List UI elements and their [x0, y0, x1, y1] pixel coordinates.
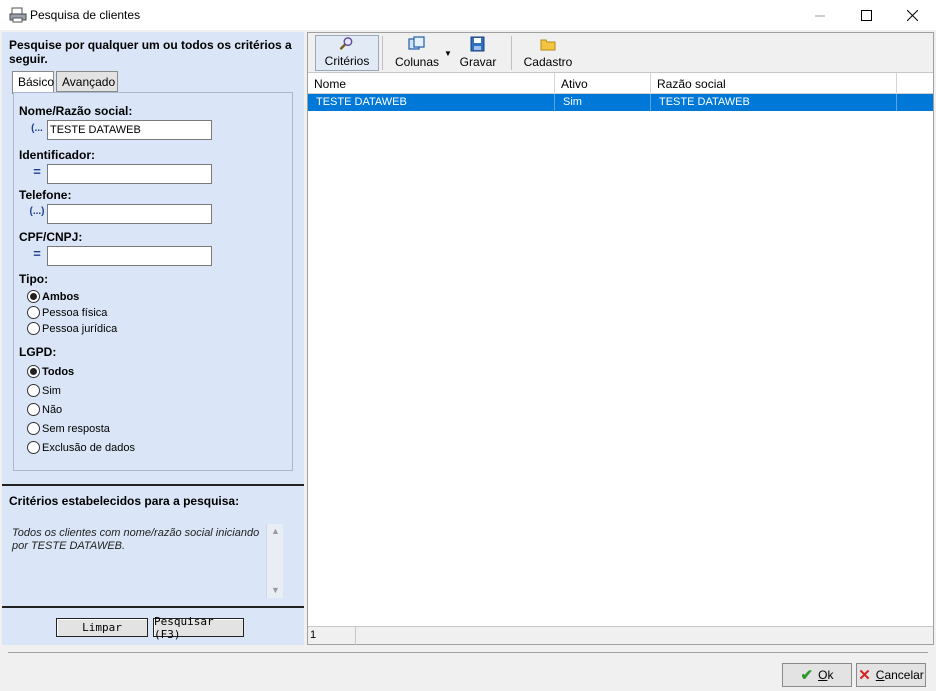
ok-button[interactable]: ✔ Ok — [782, 663, 852, 687]
column-header-ativo[interactable]: Ativo — [555, 73, 651, 94]
dropdown-arrow-icon[interactable]: ▼ — [444, 49, 452, 58]
status-bar: 1 — [308, 626, 933, 645]
equals-operator-icon[interactable]: = — [28, 246, 46, 261]
save-disk-icon — [470, 36, 485, 52]
radio-unchecked-icon — [27, 441, 40, 454]
x-cross-icon: ✕ — [858, 667, 871, 684]
field-label-identificador: Identificador: — [19, 148, 96, 162]
nome-razao-input[interactable]: TESTE DATAWEB — [47, 120, 212, 140]
maximize-button[interactable] — [843, 0, 889, 30]
divider — [8, 652, 928, 653]
telefone-input[interactable] — [47, 204, 212, 224]
basic-tab-panel: Nome/Razão social: (... TESTE DATAWEB Id… — [13, 92, 293, 471]
criteria-summary-text: Todos os clientes com nome/razão social … — [12, 527, 260, 552]
radio-lgpd-sem-resposta[interactable]: Sem resposta — [27, 422, 110, 435]
criteria-summary: Todos os clientes com nome/razão social … — [9, 523, 284, 599]
search-button[interactable]: Pesquisar (F3) — [153, 615, 244, 641]
radio-checked-icon — [27, 365, 40, 378]
record-count: 1 — [308, 627, 356, 645]
results-panel: Critérios Colunas ▼ Gravar Cadastro Nome… — [307, 32, 934, 645]
cell-nome: TESTE DATAWEB — [308, 94, 555, 111]
tab-basico[interactable]: Básico — [12, 71, 54, 94]
divider — [2, 606, 304, 608]
criteria-scrollbar[interactable]: ▲ ▼ — [266, 524, 283, 598]
radio-unchecked-icon — [27, 422, 40, 435]
radio-unchecked-icon — [27, 322, 40, 335]
radio-lgpd-nao[interactable]: Não — [27, 403, 62, 416]
window-title: Pesquisa de clientes — [30, 8, 141, 22]
columns-icon — [408, 36, 425, 50]
cpf-cnpj-input[interactable] — [47, 246, 212, 266]
cancel-button[interactable]: ✕ Cancelar — [856, 663, 926, 687]
radio-tipo-pessoa-fisica[interactable]: Pessoa física — [27, 306, 107, 319]
tipo-label: Tipo: — [19, 272, 49, 286]
radio-lgpd-todos[interactable]: Todos — [27, 365, 74, 378]
field-label-telefone: Telefone: — [19, 188, 72, 202]
checkmark-icon: ✔ — [800, 667, 814, 684]
cadastro-button[interactable]: Cadastro — [518, 35, 578, 71]
toolbar-separator — [511, 36, 512, 70]
magnifier-icon — [339, 37, 353, 50]
close-icon — [906, 9, 918, 21]
results-toolbar: Critérios Colunas ▼ Gravar Cadastro — [308, 33, 933, 73]
field-label-nome: Nome/Razão social: — [19, 104, 133, 118]
cell-razao-social: TESTE DATAWEB — [651, 94, 897, 111]
minimize-icon — [814, 15, 825, 16]
search-prompt: Pesquise por qualquer um ou todos os cri… — [9, 38, 292, 66]
minimize-button[interactable] — [797, 0, 843, 30]
search-criteria-panel: Pesquise por qualquer um ou todos os cri… — [2, 32, 304, 645]
radio-checked-icon — [27, 290, 40, 303]
search-clients-window: Pesquisa de clientes Pesquise por qualqu… — [0, 0, 936, 691]
criteria-title: Critérios estabelecidos para a pesquisa: — [9, 494, 240, 508]
starts-with-operator-icon[interactable]: (... — [28, 123, 46, 134]
column-header-nome[interactable]: Nome — [308, 73, 555, 94]
toolbar-separator — [382, 36, 383, 70]
radio-tipo-ambos[interactable]: Ambos — [27, 290, 79, 303]
radio-unchecked-icon — [27, 306, 40, 319]
folder-icon — [540, 39, 556, 51]
divider — [2, 484, 304, 486]
cell-ativo: Sim — [555, 94, 651, 111]
contains-operator-icon[interactable]: (...) — [28, 206, 46, 217]
lgpd-label: LGPD: — [19, 345, 57, 359]
colunas-button[interactable]: Colunas ▼ — [386, 35, 452, 71]
printer-icon — [9, 7, 27, 23]
radio-tipo-pessoa-juridica[interactable]: Pessoa jurídica — [27, 322, 117, 335]
scroll-down-icon[interactable]: ▼ — [271, 585, 280, 595]
column-header-razao-social[interactable]: Razão social — [651, 73, 897, 94]
clear-button[interactable]: Limpar — [56, 618, 148, 637]
maximize-icon — [860, 9, 872, 21]
grid-header: Nome Ativo Razão social — [308, 73, 933, 94]
criterios-button[interactable]: Critérios — [315, 35, 379, 71]
tab-avancado[interactable]: Avançado — [56, 71, 118, 92]
gravar-button[interactable]: Gravar — [454, 35, 502, 71]
field-label-cpf-cnpj: CPF/CNPJ: — [19, 230, 83, 244]
title-bar: Pesquisa de clientes — [0, 0, 936, 30]
equals-operator-icon[interactable]: = — [28, 164, 46, 179]
close-button[interactable] — [889, 0, 935, 30]
identificador-input[interactable] — [47, 164, 212, 184]
table-row[interactable]: TESTE DATAWEB Sim TESTE DATAWEB — [308, 94, 933, 111]
radio-unchecked-icon — [27, 384, 40, 397]
radio-unchecked-icon — [27, 403, 40, 416]
scroll-up-icon[interactable]: ▲ — [271, 526, 280, 536]
radio-lgpd-exclusao[interactable]: Exclusão de dados — [27, 441, 135, 454]
radio-lgpd-sim[interactable]: Sim — [27, 384, 61, 397]
